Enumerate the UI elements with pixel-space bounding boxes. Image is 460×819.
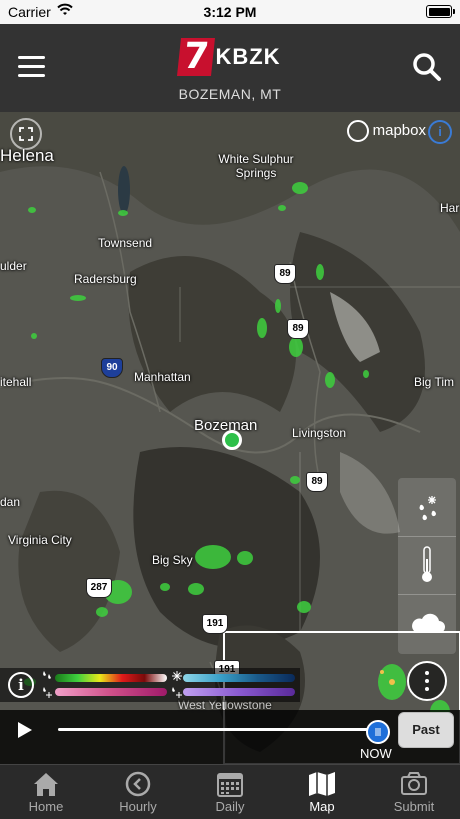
tab-home[interactable]: Home bbox=[0, 765, 92, 819]
search-icon[interactable] bbox=[412, 52, 442, 82]
timeline-thumb[interactable] bbox=[366, 720, 390, 744]
place-label: Har bbox=[440, 201, 460, 215]
map-icon bbox=[309, 772, 335, 796]
layer-panel bbox=[398, 478, 456, 654]
highway-shield: 90 bbox=[101, 358, 123, 378]
radar-legend: i bbox=[0, 668, 300, 702]
highway-shield: 89 bbox=[287, 319, 309, 339]
more-options-button[interactable] bbox=[407, 661, 447, 701]
place-label: dan bbox=[0, 495, 21, 509]
timeline-track[interactable] bbox=[58, 728, 376, 731]
cloud-icon bbox=[412, 613, 445, 633]
place-label: Big Tim bbox=[414, 375, 455, 389]
tab-daily[interactable]: Daily bbox=[184, 765, 276, 819]
mapbox-logo-icon bbox=[346, 120, 369, 142]
current-location-marker[interactable] bbox=[222, 430, 242, 450]
tab-bar: Home Hourly Daily Map Submit bbox=[0, 764, 460, 819]
tab-label: Daily bbox=[215, 799, 245, 814]
legend-info-button[interactable]: i bbox=[8, 672, 34, 698]
ice-scale-bar bbox=[183, 688, 295, 696]
tab-label: Home bbox=[28, 799, 64, 814]
highway-shield: 89 bbox=[306, 472, 328, 492]
place-label: Virginia City bbox=[8, 533, 72, 547]
radar-map[interactable]: mapbox i Helena White Sulphur Springs To… bbox=[0, 112, 460, 764]
rain-scale-bar bbox=[55, 674, 167, 682]
rain-snow-icon bbox=[419, 496, 436, 521]
tab-label: Submit bbox=[393, 799, 435, 814]
play-icon[interactable] bbox=[18, 722, 32, 738]
place-label: itehall bbox=[0, 375, 32, 389]
place-label: White Sulphur Springs bbox=[218, 152, 294, 180]
station-logo: 7 KBZK bbox=[0, 36, 460, 77]
place-label: Helena bbox=[0, 146, 54, 165]
tab-submit[interactable]: Submit bbox=[368, 765, 460, 819]
tab-map[interactable]: Map bbox=[276, 765, 368, 819]
snowflake-icon bbox=[172, 671, 182, 681]
ice-icon bbox=[172, 687, 182, 698]
clock-icon bbox=[125, 771, 151, 797]
mix-scale-bar bbox=[55, 688, 167, 696]
precipitation-layer-button[interactable] bbox=[398, 478, 456, 537]
tab-label: Hourly bbox=[119, 799, 157, 814]
calendar-icon bbox=[217, 773, 243, 797]
mapbox-label: mapbox bbox=[372, 121, 426, 139]
mixed-precip-icon bbox=[43, 687, 52, 698]
place-label: Big Sky bbox=[152, 553, 193, 567]
place-label: Manhattan bbox=[134, 370, 191, 384]
now-label: NOW bbox=[360, 746, 392, 761]
map-info-button[interactable]: i bbox=[428, 120, 452, 144]
place-label: ulder bbox=[0, 259, 27, 273]
cloud-layer-button[interactable] bbox=[398, 594, 456, 652]
highway-shield: 191 bbox=[202, 614, 228, 634]
place-label: Livingston bbox=[292, 426, 347, 440]
place-label: Townsend bbox=[98, 236, 153, 250]
battery-icon bbox=[426, 5, 455, 18]
radar-timeline: NOW Past bbox=[0, 710, 460, 764]
rain-drops-icon bbox=[43, 671, 51, 679]
highway-shield: 287 bbox=[86, 578, 112, 598]
logo-numeral: 7 bbox=[177, 36, 216, 77]
snow-scale-bar bbox=[183, 674, 295, 682]
app-header: 7 KBZK BOZEMAN, MT bbox=[0, 24, 460, 112]
camera-icon bbox=[401, 772, 427, 795]
thermometer-icon bbox=[422, 546, 432, 582]
highway-shield: 89 bbox=[274, 264, 296, 284]
house-icon bbox=[34, 773, 58, 796]
place-label: Radersburg bbox=[74, 272, 137, 286]
clock-time: 3:12 PM bbox=[203, 4, 257, 20]
status-bar: Carrier 3:12 PM bbox=[0, 0, 460, 24]
temperature-layer-button[interactable] bbox=[398, 536, 456, 595]
tab-hourly[interactable]: Hourly bbox=[92, 765, 184, 819]
tab-label: Map bbox=[309, 799, 335, 814]
past-button[interactable]: Past bbox=[398, 712, 454, 748]
logo-letters: KBZK bbox=[215, 44, 281, 69]
mapbox-attribution[interactable]: mapbox bbox=[346, 120, 426, 142]
location-label: BOZEMAN, MT bbox=[178, 86, 282, 102]
